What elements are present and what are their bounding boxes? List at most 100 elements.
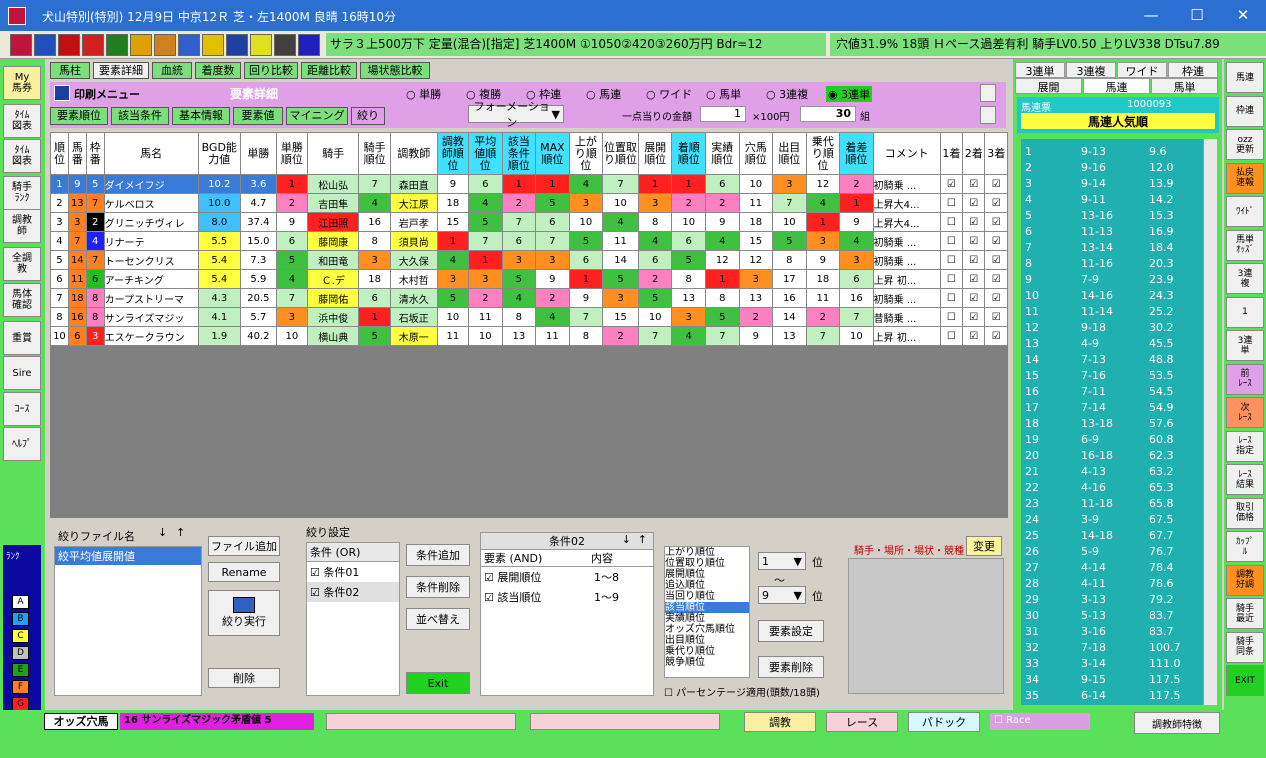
column-header[interactable]: 順位 <box>50 132 69 175</box>
place-checkbox[interactable]: ☑ <box>962 193 986 213</box>
place-checkbox[interactable]: ☑ <box>984 326 1008 346</box>
leftnav-item[interactable]: 馬体 確認 <box>3 283 41 317</box>
element-item[interactable]: 上がり順位 <box>665 547 749 558</box>
exit-filter-button[interactable]: Exit <box>406 672 470 694</box>
column-header[interactable]: 展開順位 <box>637 132 673 175</box>
place-checkbox[interactable]: ☑ <box>984 174 1008 194</box>
sun-icon[interactable] <box>202 34 224 56</box>
place-checkbox[interactable]: ☑ <box>962 212 986 232</box>
place-checkbox[interactable]: ☐ <box>939 307 964 327</box>
column-header[interactable]: 穴馬順位 <box>738 132 774 175</box>
id-icon[interactable] <box>154 34 176 56</box>
sort-up-icon[interactable]: ↑ <box>176 526 185 539</box>
condition-element-row[interactable]: ☑ 該当順位 1〜9 <box>481 587 653 607</box>
leftnav-item[interactable]: 重賞 <box>3 321 41 355</box>
element-item[interactable]: 位置取り順位 <box>665 558 749 569</box>
bet-type-6[interactable]: ○ 3連複 <box>766 86 808 102</box>
column-header[interactable]: 枠番 <box>85 132 105 175</box>
reorder-button[interactable]: 並べ替え <box>406 608 470 630</box>
column-header[interactable]: 馬名 <box>103 132 199 175</box>
delete-condition-button[interactable]: 条件削除 <box>406 576 470 598</box>
column-header[interactable]: コメント <box>872 132 941 175</box>
bet-type-3[interactable]: ○ 馬連 <box>586 86 621 102</box>
place-checkbox[interactable]: ☑ <box>962 288 986 308</box>
rank-box[interactable]: B <box>12 612 29 626</box>
column-header[interactable]: 単勝順位 <box>275 132 309 175</box>
column-header[interactable]: 騎手 <box>307 132 360 175</box>
place-checkbox[interactable]: ☑ <box>962 326 986 346</box>
place-checkbox[interactable]: ☑ <box>962 269 986 289</box>
rank-box[interactable]: F <box>12 680 29 694</box>
column-header[interactable]: 乗代り順位 <box>805 132 841 175</box>
place-checkbox[interactable]: ☐ <box>939 193 964 213</box>
wand-icon[interactable] <box>226 34 248 56</box>
element-item[interactable]: 追込順位 <box>665 580 749 591</box>
element-item[interactable]: 実績順位 <box>665 613 749 624</box>
rightnav-item[interactable]: EXIT <box>1226 665 1264 696</box>
bet-type-0[interactable]: ○ 単勝 <box>406 86 441 102</box>
element-item[interactable]: オッズ穴馬順位 <box>665 624 749 635</box>
horse-icon[interactable] <box>130 34 152 56</box>
close-button[interactable]: ✕ <box>1220 0 1266 31</box>
leftnav-item[interactable]: ﾀｲﾑ 図表 <box>3 104 41 138</box>
subtab-2[interactable]: 基本情報 <box>172 107 230 125</box>
subtab-0[interactable]: 要素順位 <box>50 107 108 125</box>
clock-icon[interactable] <box>250 34 272 56</box>
column-header[interactable]: 2着 <box>962 132 986 175</box>
rightnav-item[interactable]: 3連 単 <box>1226 330 1264 361</box>
place-checkbox[interactable]: ☑ <box>984 288 1008 308</box>
maximize-button[interactable]: ☐ <box>1174 0 1220 31</box>
column-header[interactable]: 着差順位 <box>839 132 874 175</box>
place-checkbox[interactable]: ☑ <box>962 231 986 251</box>
rightnav-item[interactable]: 3連 複 <box>1226 263 1264 294</box>
column-header[interactable]: 位置取り順位 <box>602 132 639 175</box>
tab-3[interactable]: 着度数 <box>195 62 241 79</box>
trainer-feature-button[interactable]: 調教師特徴 <box>1134 712 1220 734</box>
column-header[interactable]: 調教師 <box>389 132 438 175</box>
rightnav-item[interactable]: ﾜｲﾄﾞ <box>1226 196 1264 227</box>
odds-row[interactable]: 35 6-14 117.5 <box>1021 687 1191 705</box>
place-checkbox[interactable]: ☑ <box>984 269 1008 289</box>
sort-up-icon[interactable]: ↑ <box>638 533 647 546</box>
odds-tab-top-1[interactable]: 3連複 <box>1066 62 1116 78</box>
column-header[interactable]: MAX順位 <box>535 132 570 175</box>
place-checkbox[interactable]: ☐ <box>939 212 964 232</box>
column-header[interactable]: 1着 <box>939 132 964 175</box>
place-checkbox[interactable]: ☑ <box>984 250 1008 270</box>
tab-1[interactable]: 要素詳細 <box>93 62 149 79</box>
table-row[interactable]: 7 18 8 カープストリーマ 4.3 20.5 7 藤岡佑 6 清水久 5 2 4 2 9 3 5 13 8 13 1… <box>50 288 1008 308</box>
column-header[interactable]: 出目順位 <box>772 132 807 175</box>
column-header[interactable]: 着順順位 <box>671 132 706 175</box>
range-to-select[interactable]: 9 ▼ <box>758 586 806 604</box>
tab-5[interactable]: 距離比較 <box>301 62 357 79</box>
add-condition-button[interactable]: 条件追加 <box>406 544 470 566</box>
set-element-button[interactable]: 要素設定 <box>758 620 824 642</box>
scroll-up-button[interactable] <box>980 84 996 102</box>
place-checkbox[interactable]: ☑ <box>984 231 1008 251</box>
odds-tab-top-3[interactable]: 枠連 <box>1168 62 1218 78</box>
element-item[interactable]: 展開順位 <box>665 569 749 580</box>
odds-tab-top-2[interactable]: ワイド <box>1117 62 1167 78</box>
rightnav-item[interactable]: ｶｯﾌﾟ ﾙ <box>1226 531 1264 562</box>
element-item[interactable]: 乗代り順位 <box>665 646 749 657</box>
rightnav-item[interactable]: 騎手 最近 <box>1226 598 1264 629</box>
delete-element-button[interactable]: 要素削除 <box>758 656 824 678</box>
delete-file-button[interactable]: 削除 <box>208 668 280 688</box>
tab-6[interactable]: 場状態比較 <box>360 62 430 79</box>
print-menu[interactable]: 印刷メニュー <box>74 86 140 102</box>
leftnav-item[interactable]: Sire <box>3 356 41 390</box>
rightnav-item[interactable]: ﾚｰｽ 指定 <box>1226 430 1264 462</box>
chart-icon[interactable] <box>82 34 104 56</box>
table-row[interactable]: 2 13 7 ケルベロス 10.0 4.7 2 吉田隼 4 大江原 18 4 2 5 3 10 3 2 2 11 7 4 1… <box>50 193 1008 213</box>
rightnav-item[interactable]: 1 <box>1226 296 1264 328</box>
odds-tab-bottom-2[interactable]: 馬単 <box>1151 78 1218 94</box>
column-header[interactable]: 馬番 <box>67 132 87 175</box>
leftnav-item[interactable]: My 馬券 <box>3 66 41 100</box>
place-checkbox[interactable]: ☐ <box>939 288 964 308</box>
change-button[interactable]: 変更 <box>966 536 1002 556</box>
rightnav-item[interactable]: 取引 価格 <box>1226 497 1264 529</box>
rightnav-item[interactable]: 馬単 ｵｯｽﾞ <box>1226 229 1264 261</box>
element-item[interactable]: 競争順位 <box>665 657 749 668</box>
column-header[interactable]: 3着 <box>984 132 1008 175</box>
place-checkbox[interactable]: ☐ <box>939 231 964 251</box>
